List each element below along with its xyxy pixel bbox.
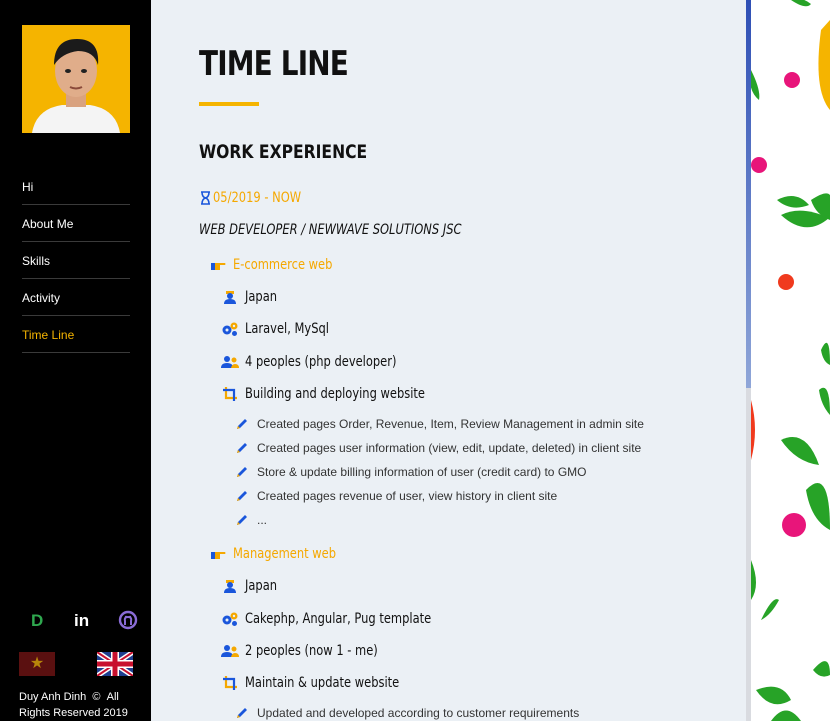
location-icon [221, 288, 239, 306]
project-name: Management web [209, 544, 359, 564]
project-team: 2 peoples (now 1 - me) [221, 641, 407, 661]
svg-text:in: in [74, 611, 89, 630]
svg-text:D: D [31, 611, 43, 630]
nav-item-label: Skills [22, 254, 51, 268]
project-name-text: E-commerce web [233, 257, 333, 273]
job-role: WEB DEVELOPER / NEWWAVE SOLUTIONS JSC [199, 222, 519, 238]
nav-item-label: About Me [22, 217, 74, 231]
users-icon [221, 642, 239, 660]
project-team-text: 2 peoples (now 1 - me) [245, 642, 378, 659]
gears-icon [221, 320, 239, 338]
pointing-hand-icon [209, 545, 227, 563]
location-icon [221, 577, 239, 595]
crop-icon [221, 674, 239, 692]
gears-icon [221, 610, 239, 628]
project-location: Japan [221, 287, 284, 307]
task-item-text: Created pages Order, Revenue, Item, Revi… [257, 417, 644, 432]
decorative-pattern [751, 0, 830, 721]
dribbble-icon[interactable]: D [28, 610, 48, 635]
project-scope: Maintain & update website [221, 673, 433, 693]
nav-item-about-me[interactable]: About Me [22, 205, 130, 242]
page-title: TIME LINE [199, 44, 349, 84]
users-icon [221, 353, 239, 371]
project-team: 4 peoples (php developer) [221, 352, 430, 372]
project-name: E-commerce web [209, 255, 354, 275]
timeline-panel: TIME LINE WORK EXPERIENCE 05/2019 - NOW … [151, 0, 746, 721]
task-item-text: Created pages revenue of user, view hist… [257, 489, 558, 504]
nav-item-skills[interactable]: Skills [22, 242, 130, 279]
nav-item-activity[interactable]: Activity [22, 279, 130, 316]
project-name-text: Management web [233, 546, 337, 563]
pencil-icon [233, 704, 251, 721]
task-item: Created pages user information (view, ed… [233, 439, 641, 457]
job-role-text: WEB DEVELOPER / NEWWAVE SOLUTIONS JSC [199, 222, 462, 238]
task-item: Created pages revenue of user, view hist… [233, 487, 557, 505]
nav-item-hi[interactable]: Hi [22, 168, 130, 205]
project-location-text: Japan [245, 289, 278, 305]
avatar [22, 25, 130, 133]
project-scope: Building and deploying website [221, 384, 465, 404]
footer: Duy Anh Dinh © All Rights Reserved 2019 [19, 689, 139, 721]
project-tech: Cakephp, Angular, Pug template [221, 609, 472, 629]
section-heading: WORK EXPERIENCE [199, 141, 368, 163]
uk-flag[interactable] [95, 649, 135, 679]
pencil-icon [233, 439, 251, 457]
pencil-icon [233, 463, 251, 481]
main-nav: Hi About Me Skills Activity Time Line [22, 168, 130, 353]
task-item-text: Store & update billing information of us… [257, 465, 587, 480]
nav-item-label: Time Line [22, 328, 75, 342]
task-item-text: ... [257, 513, 268, 528]
title-underline [199, 102, 259, 106]
project-tech-text: Cakephp, Angular, Pug template [245, 610, 432, 627]
copyright-icon: © [92, 691, 101, 703]
project-scope-text: Maintain & update website [245, 675, 400, 692]
vietnam-flag[interactable]: ★ [19, 652, 55, 676]
project-tech: Laravel, MySql [221, 319, 347, 339]
pencil-icon [233, 511, 251, 529]
linkedin-icon[interactable]: in [73, 610, 93, 635]
job-date: 05/2019 - NOW [199, 189, 320, 207]
social-links: D in [28, 610, 138, 635]
sidebar: Hi About Me Skills Activity Time Line D … [0, 0, 151, 721]
task-item-text: Created pages user information (view, ed… [257, 441, 642, 456]
pointing-hand-icon [209, 256, 227, 274]
language-switcher: ★ [19, 649, 135, 679]
task-item: ... [233, 511, 267, 529]
project-location: Japan [221, 576, 284, 596]
footer-name: Duy Anh Dinh [19, 691, 87, 703]
task-item: Store & update billing information of us… [233, 463, 586, 481]
nav-item-time-line[interactable]: Time Line [22, 316, 130, 353]
project-tech-text: Laravel, MySql [245, 321, 329, 338]
project-scope-text: Building and deploying website [245, 385, 425, 402]
pencil-icon [233, 487, 251, 505]
hourglass-icon [199, 189, 211, 207]
task-item: Created pages Order, Revenue, Item, Revi… [233, 415, 644, 433]
task-item-text: Updated and developed according to custo… [257, 706, 580, 721]
project-team-text: 4 peoples (php developer) [245, 353, 397, 370]
nav-item-label: Hi [22, 180, 34, 194]
crop-icon [221, 385, 239, 403]
project-location-text: Japan [245, 578, 278, 595]
job-date-text: 05/2019 - NOW [213, 190, 302, 206]
nav-item-label: Activity [22, 291, 61, 305]
task-item: Updated and developed according to custo… [233, 704, 579, 721]
github-icon[interactable] [118, 610, 138, 635]
pencil-icon [233, 415, 251, 433]
